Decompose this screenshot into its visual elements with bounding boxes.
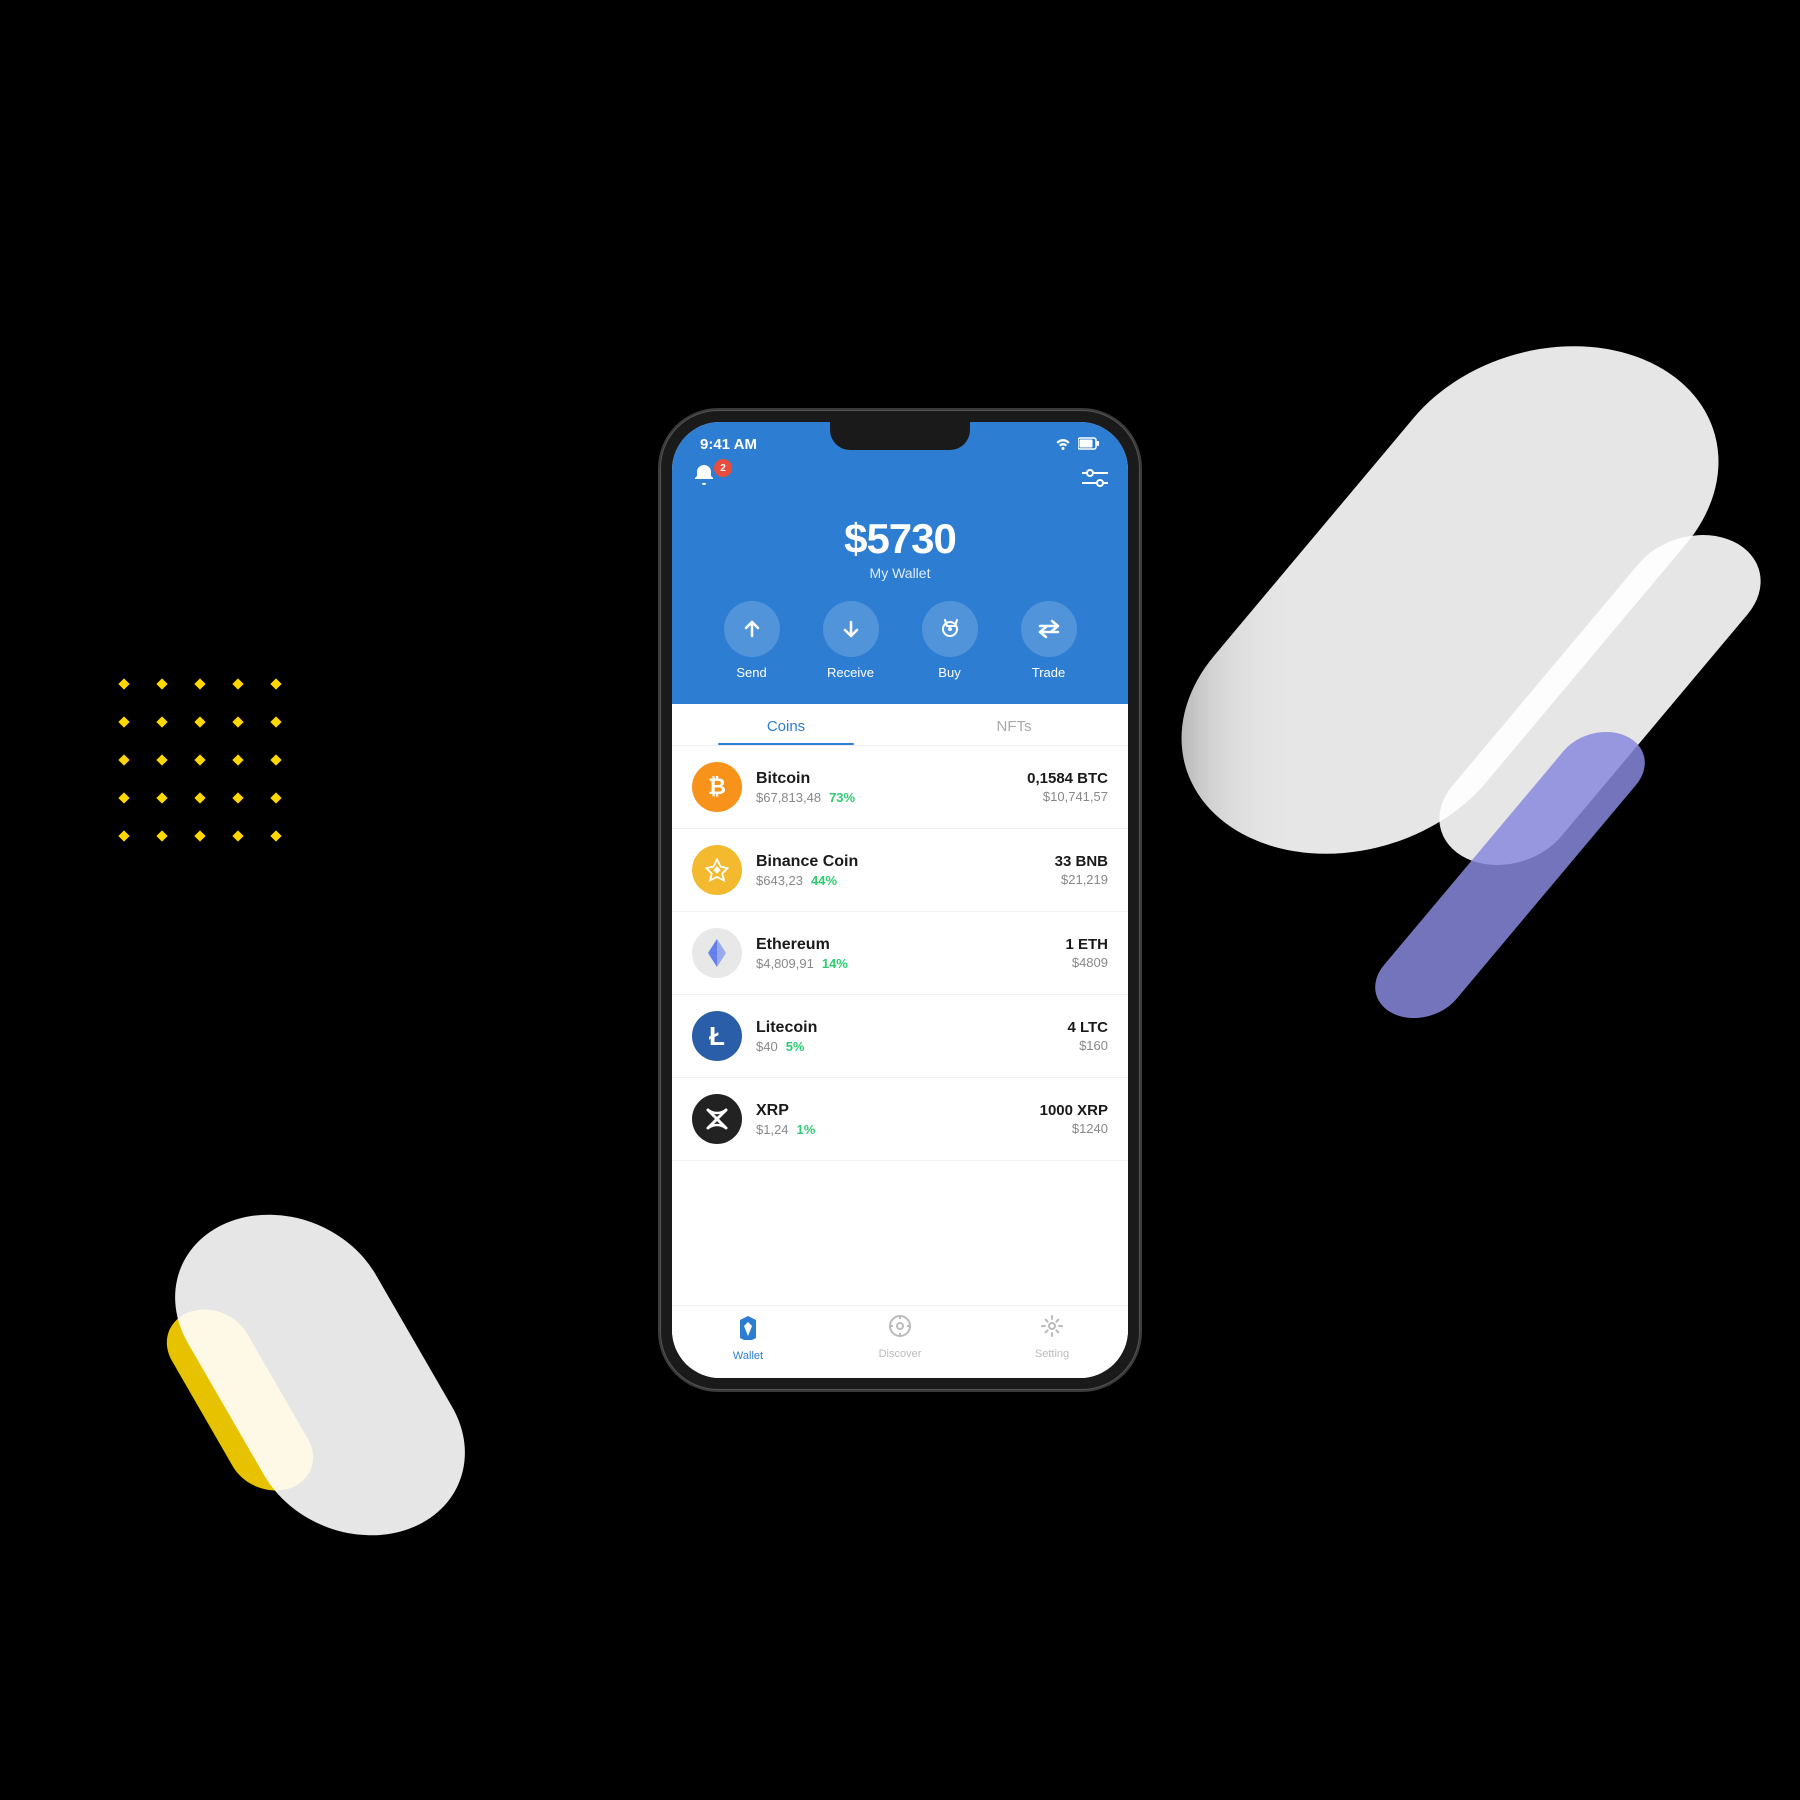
coins-list: ₿ Bitcoin $67,813,48 73% 0,1584 BTC $10,… [672, 746, 1128, 1305]
balance-amount: $5730 [692, 515, 1108, 563]
coin-name-bnb: Binance Coin [756, 853, 1055, 871]
coin-price-row-ltc: $40 5% [756, 1039, 1067, 1054]
send-label: Send [736, 665, 766, 680]
coin-change-xrp: 1% [797, 1122, 816, 1137]
coin-price-row-xrp: $1,24 1% [756, 1122, 1040, 1137]
dot-grid-decoration [120, 680, 292, 852]
coin-price-xrp: $1,24 [756, 1122, 789, 1137]
status-icons [1054, 436, 1100, 453]
nav-item-setting[interactable]: Setting [976, 1314, 1128, 1362]
coin-value-btc: $10,741,57 [1027, 789, 1108, 804]
wallet-header: 2 $5730 My Wallet [672, 459, 1128, 704]
nav-item-wallet[interactable]: Wallet [672, 1314, 824, 1362]
coin-info-bnb: Binance Coin $643,23 44% [756, 853, 1055, 888]
coin-amount-eth: 1 ETH [1065, 936, 1108, 953]
wifi-icon [1054, 436, 1072, 453]
receive-label: Receive [827, 665, 874, 680]
setting-nav-icon [1040, 1314, 1064, 1344]
coin-price-bnb: $643,23 [756, 873, 803, 888]
coin-info-eth: Ethereum $4,809,91 14% [756, 936, 1065, 971]
trade-label: Trade [1032, 665, 1065, 680]
nav-item-discover[interactable]: Discover [824, 1314, 976, 1362]
coin-price-row-eth: $4,809,91 14% [756, 956, 1065, 971]
coin-value-bnb: $21,219 [1055, 872, 1108, 887]
coin-name-xrp: XRP [756, 1102, 1040, 1120]
coin-change-btc: 73% [829, 790, 855, 805]
buy-button[interactable]: Buy [922, 601, 978, 680]
receive-icon-circle [823, 601, 879, 657]
trade-icon-circle [1021, 601, 1077, 657]
bottom-navigation: Wallet Discover [672, 1305, 1128, 1378]
coin-holdings-bnb: 33 BNB $21,219 [1055, 853, 1108, 887]
coin-value-xrp: $1240 [1040, 1121, 1108, 1136]
coin-change-ltc: 5% [786, 1039, 805, 1054]
list-item[interactable]: ₿ Bitcoin $67,813,48 73% 0,1584 BTC $10,… [672, 746, 1128, 829]
eth-icon [692, 928, 742, 978]
action-buttons-row: Send Receive [692, 601, 1108, 680]
phone-notch [830, 422, 970, 450]
battery-icon [1078, 437, 1100, 453]
send-button[interactable]: Send [724, 601, 780, 680]
coin-name-ltc: Litecoin [756, 1019, 1067, 1037]
coin-info-ltc: Litecoin $40 5% [756, 1019, 1067, 1054]
notification-button[interactable]: 2 [692, 463, 728, 499]
ltc-icon: Ł [692, 1011, 742, 1061]
trade-button[interactable]: Trade [1021, 601, 1077, 680]
coin-info-btc: Bitcoin $67,813,48 73% [756, 770, 1027, 805]
discover-nav-label: Discover [879, 1348, 922, 1360]
coin-holdings-btc: 0,1584 BTC $10,741,57 [1027, 770, 1108, 804]
coin-amount-ltc: 4 LTC [1067, 1019, 1108, 1036]
coin-value-ltc: $160 [1067, 1038, 1108, 1053]
bnb-icon [692, 845, 742, 895]
bell-icon [692, 467, 716, 492]
wallet-balance-section: $5730 My Wallet [692, 515, 1108, 581]
phone-screen: 9:41 AM [672, 422, 1128, 1378]
discover-nav-icon [888, 1314, 912, 1344]
tab-coins[interactable]: Coins [672, 704, 900, 745]
coin-price-row-bnb: $643,23 44% [756, 873, 1055, 888]
content-tabs: Coins NFTs [672, 704, 1128, 746]
coin-holdings-xrp: 1000 XRP $1240 [1040, 1102, 1108, 1136]
tab-nfts[interactable]: NFTs [900, 704, 1128, 745]
xrp-icon [692, 1094, 742, 1144]
status-time: 9:41 AM [700, 436, 757, 453]
coin-price-eth: $4,809,91 [756, 956, 814, 971]
coin-info-xrp: XRP $1,24 1% [756, 1102, 1040, 1137]
list-item[interactable]: Ł Litecoin $40 5% 4 LTC $160 [672, 995, 1128, 1078]
phone-frame: 9:41 AM [660, 410, 1140, 1390]
wallet-nav-label: Wallet [733, 1350, 763, 1362]
coin-holdings-ltc: 4 LTC $160 [1067, 1019, 1108, 1053]
send-icon-circle [724, 601, 780, 657]
btc-icon: ₿ [692, 762, 742, 812]
buy-icon-circle [922, 601, 978, 657]
coin-amount-xrp: 1000 XRP [1040, 1102, 1108, 1119]
coin-price-btc: $67,813,48 [756, 790, 821, 805]
coin-name-btc: Bitcoin [756, 770, 1027, 788]
coin-value-eth: $4809 [1065, 955, 1108, 970]
coin-change-eth: 14% [822, 956, 848, 971]
coin-name-eth: Ethereum [756, 936, 1065, 954]
buy-label: Buy [938, 665, 960, 680]
list-item[interactable]: Ethereum $4,809,91 14% 1 ETH $4809 [672, 912, 1128, 995]
coin-amount-bnb: 33 BNB [1055, 853, 1108, 870]
balance-label: My Wallet [692, 565, 1108, 581]
list-item[interactable]: Binance Coin $643,23 44% 33 BNB $21,219 [672, 829, 1128, 912]
list-item[interactable]: XRP $1,24 1% 1000 XRP $1240 [672, 1078, 1128, 1161]
header-top-bar: 2 [692, 459, 1108, 499]
coin-holdings-eth: 1 ETH $4809 [1065, 936, 1108, 970]
settings-button[interactable] [1082, 467, 1108, 495]
wallet-nav-icon [736, 1314, 760, 1346]
setting-nav-label: Setting [1035, 1348, 1069, 1360]
notification-badge: 2 [714, 459, 732, 477]
receive-button[interactable]: Receive [823, 601, 879, 680]
coin-amount-btc: 0,1584 BTC [1027, 770, 1108, 787]
coin-price-ltc: $40 [756, 1039, 778, 1054]
coin-change-bnb: 44% [811, 873, 837, 888]
coin-price-row-btc: $67,813,48 73% [756, 790, 1027, 805]
